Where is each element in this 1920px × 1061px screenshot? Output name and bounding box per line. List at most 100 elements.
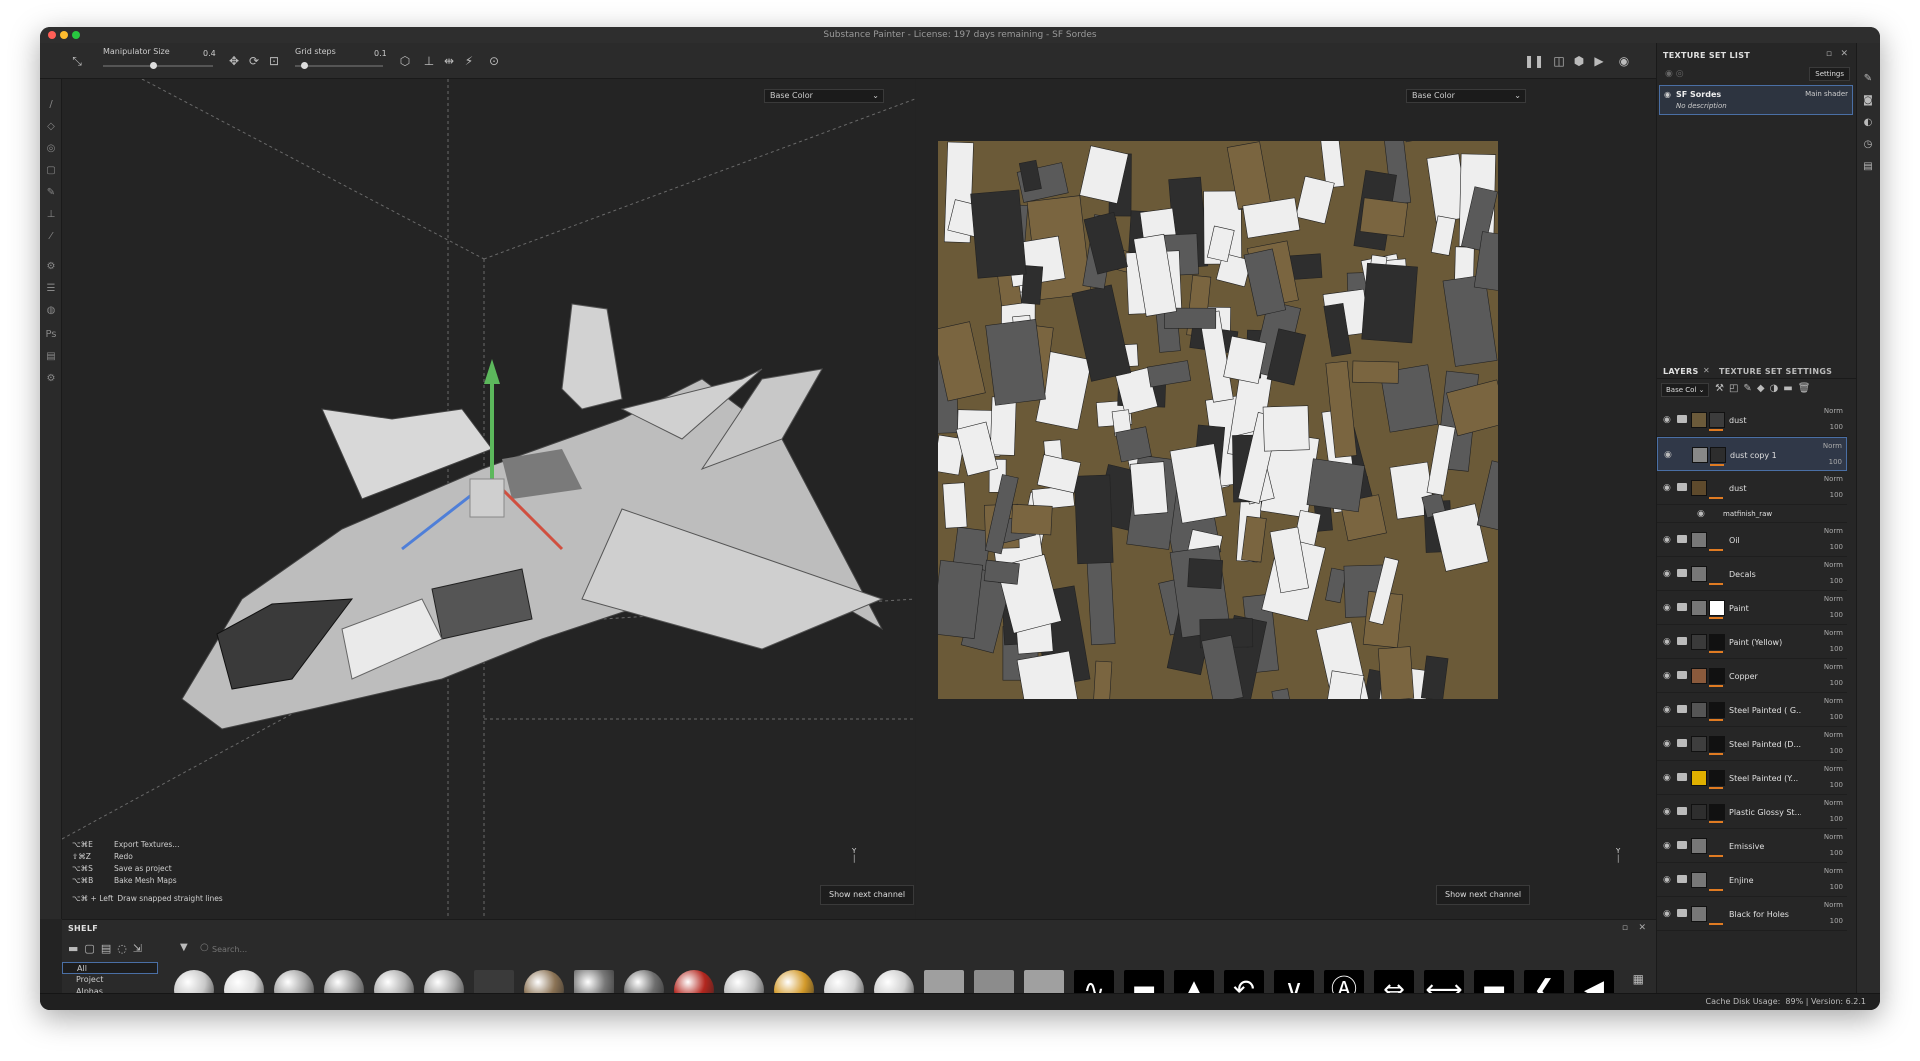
- camera-icon[interactable]: ◙: [1860, 93, 1876, 109]
- close-icon[interactable]: ✕: [1638, 923, 1646, 933]
- new-icon[interactable]: ▢: [84, 942, 100, 955]
- layer-opacity[interactable]: 100: [1829, 458, 1842, 466]
- layer-opacity[interactable]: 100: [1830, 611, 1843, 619]
- 3d-view-icon[interactable]: ⬢: [1570, 52, 1588, 70]
- eye-icon[interactable]: ◉: [1663, 483, 1671, 493]
- layer-thumbnail[interactable]: [1691, 566, 1707, 582]
- camera-video-icon[interactable]: ▶: [1590, 52, 1608, 70]
- layer-mask-thumbnail[interactable]: [1709, 702, 1725, 718]
- layer-opacity[interactable]: 100: [1830, 917, 1843, 925]
- hide-icon[interactable]: ◌: [117, 942, 133, 955]
- layer-mask-thumbnail[interactable]: [1709, 736, 1725, 752]
- settings-dropdown[interactable]: Settings: [1809, 67, 1850, 81]
- layer-thumbnail[interactable]: [1691, 736, 1707, 752]
- show-next-channel-button-2d[interactable]: Show next channel: [1436, 885, 1531, 905]
- eye-icon[interactable]: ◉: [1663, 637, 1671, 647]
- split-view-icon[interactable]: ◫: [1550, 52, 1568, 70]
- geometry-fill-icon[interactable]: ▢: [43, 163, 59, 179]
- layer-thumbnail[interactable]: [1691, 634, 1707, 650]
- transform-icon[interactable]: ⤡: [68, 52, 86, 70]
- log-icon[interactable]: ▤: [1860, 159, 1876, 175]
- filter-icon[interactable]: ▼: [180, 942, 188, 953]
- environment-icon[interactable]: ◐: [1860, 115, 1876, 131]
- eye-icon[interactable]: ◉: [1663, 841, 1671, 851]
- layer-thumbnail[interactable]: [1691, 412, 1707, 428]
- eye-icon[interactable]: ◉: [1664, 450, 1672, 460]
- eye-icon[interactable]: ◉: [1663, 603, 1671, 613]
- brush-settings-icon[interactable]: ✎: [1860, 71, 1876, 87]
- layer-thumbnail[interactable]: [1691, 872, 1707, 888]
- layer-thumbnail[interactable]: [1691, 702, 1707, 718]
- float-panel-icon[interactable]: ▫: [1622, 923, 1628, 933]
- layer-blend-mode[interactable]: Norm: [1824, 731, 1843, 739]
- layer-row[interactable]: ◉ Emissive Norm 100: [1657, 829, 1847, 863]
- eye-icon[interactable]: ◉: [1664, 90, 1671, 99]
- color-picker-icon[interactable]: ⁄: [43, 229, 59, 245]
- layer-opacity[interactable]: 100: [1830, 679, 1843, 687]
- layer-opacity[interactable]: 100: [1830, 423, 1843, 431]
- layer-blend-mode[interactable]: Norm: [1824, 561, 1843, 569]
- texture-set-eye-icon[interactable]: ◉ ◎: [1665, 69, 1684, 79]
- smudge-icon[interactable]: ✎: [43, 185, 59, 201]
- pivot-icon[interactable]: ⊥: [420, 52, 438, 70]
- layer-mask-thumbnail[interactable]: [1709, 412, 1725, 428]
- layer-thumbnail[interactable]: [1691, 804, 1707, 820]
- tab-layers[interactable]: LAYERS: [1663, 367, 1699, 376]
- layer-row[interactable]: ◉ Steel Painted (D... Norm 100: [1657, 727, 1847, 761]
- shelf-category-item[interactable]: Project: [62, 974, 158, 986]
- layer-opacity[interactable]: 100: [1830, 849, 1843, 857]
- folder-icon[interactable]: ▬: [68, 942, 84, 955]
- layer-thumbnail[interactable]: [1691, 532, 1707, 548]
- eye-icon[interactable]: ◉: [1663, 807, 1671, 817]
- clone-icon[interactable]: ⊥: [43, 207, 59, 223]
- reset-icon[interactable]: ⊙: [485, 52, 503, 70]
- eye-icon[interactable]: ◉: [1663, 875, 1671, 885]
- spaceship-model[interactable]: [181, 303, 884, 730]
- layer-blend-mode[interactable]: Norm: [1823, 442, 1842, 450]
- cube-icon[interactable]: ⬡: [396, 52, 414, 70]
- add-mask-icon[interactable]: ◰: [1729, 383, 1743, 394]
- layer-opacity[interactable]: 100: [1830, 543, 1843, 551]
- bake-icon[interactable]: ▤: [43, 349, 59, 365]
- import-icon[interactable]: ⇲: [133, 942, 148, 955]
- layer-row[interactable]: ◉ Paint (Yellow) Norm 100: [1657, 625, 1847, 659]
- layer-blend-mode[interactable]: Norm: [1824, 867, 1843, 875]
- layer-mask-thumbnail[interactable]: [1709, 600, 1725, 616]
- layer-blend-mode[interactable]: Norm: [1824, 629, 1843, 637]
- layer-opacity[interactable]: 100: [1830, 815, 1843, 823]
- move-icon[interactable]: ✥: [225, 52, 243, 70]
- shelf-category-item[interactable]: All: [62, 962, 158, 974]
- layer-mask-thumbnail[interactable]: [1710, 447, 1726, 463]
- layer-blend-mode[interactable]: Norm: [1824, 663, 1843, 671]
- layer-opacity[interactable]: 100: [1830, 645, 1843, 653]
- tab-texture-set-settings[interactable]: TEXTURE SET SETTINGS: [1719, 367, 1832, 376]
- brush-icon[interactable]: /: [43, 97, 59, 113]
- layer-opacity[interactable]: 100: [1830, 713, 1843, 721]
- layer-thumbnail[interactable]: [1691, 668, 1707, 684]
- layer-row[interactable]: ◉ matfinish_raw: [1657, 505, 1847, 523]
- close-window-button[interactable]: [48, 31, 56, 39]
- history-icon[interactable]: ◷: [1860, 137, 1876, 153]
- trash-icon[interactable]: ▤: [101, 942, 117, 955]
- close-icon[interactable]: ✕: [1840, 49, 1848, 59]
- layer-thumbnail[interactable]: [1691, 770, 1707, 786]
- eye-icon[interactable]: ◉: [1663, 705, 1671, 715]
- slider-handle[interactable]: [300, 62, 308, 69]
- grid-steps-slider[interactable]: [295, 62, 383, 69]
- layer-opacity[interactable]: 100: [1830, 577, 1843, 585]
- eye-icon[interactable]: ◉: [1663, 569, 1671, 579]
- add-paint-layer-icon[interactable]: ✎: [1743, 383, 1756, 394]
- manipulator-size-slider[interactable]: [103, 62, 213, 69]
- layer-row[interactable]: ◉ Enjine Norm 100: [1657, 863, 1847, 897]
- layer-opacity[interactable]: 100: [1830, 781, 1843, 789]
- layer-thumbnail[interactable]: [1692, 447, 1708, 463]
- eraser-icon[interactable]: ◇: [43, 119, 59, 135]
- layer-opacity[interactable]: 100: [1830, 747, 1843, 755]
- add-material-icon[interactable]: ◑: [1770, 383, 1784, 394]
- layer-row[interactable]: ◉ dust Norm 100: [1657, 403, 1847, 437]
- layer-opacity[interactable]: 100: [1830, 491, 1843, 499]
- projection-icon[interactable]: ◎: [43, 141, 59, 157]
- display-icon[interactable]: ◍: [43, 303, 59, 319]
- layer-row[interactable]: ◉ Paint Norm 100: [1657, 591, 1847, 625]
- channel-dropdown-3d[interactable]: Base Color ⌄: [764, 89, 884, 103]
